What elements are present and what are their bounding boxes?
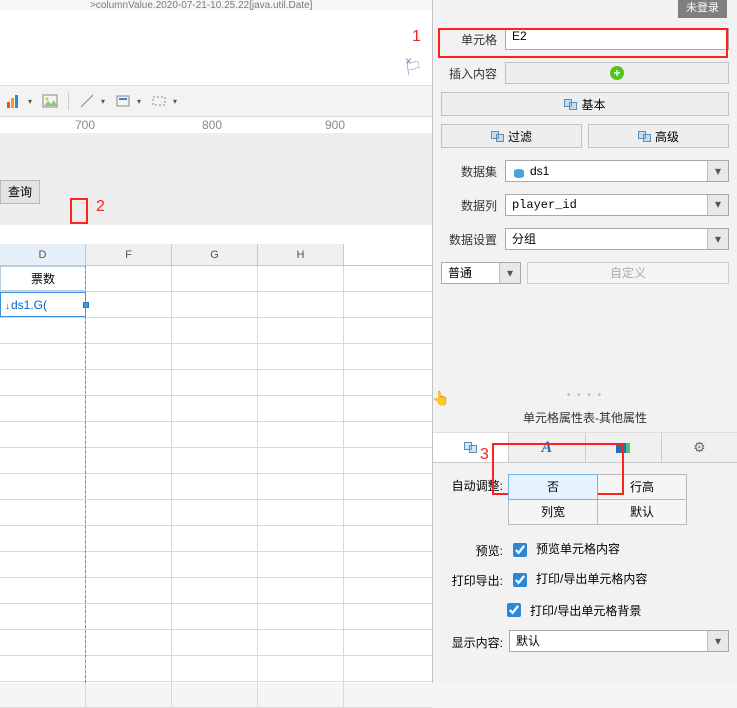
line-icon[interactable] [79,93,95,109]
advanced-label: 高级 [655,128,679,145]
print-bg-checkbox[interactable] [507,603,521,617]
advanced-button[interactable]: 高级 [588,124,729,148]
basic-button[interactable]: 基本 [441,92,729,116]
col-header-H[interactable]: H [258,244,344,265]
cell[interactable] [86,292,172,317]
tab-area [0,40,432,80]
datacol-select[interactable]: player_id [505,194,729,216]
spreadsheet-grid[interactable]: D F G H 票数 ↓ds1.G( [0,244,432,683]
rect-icon[interactable] [151,93,167,109]
dataset-value: ds1 [530,164,549,178]
printexport-label: 打印导出: [441,570,503,589]
gear-icon: ⚙ [693,439,706,456]
display-select[interactable]: 默认 [509,630,729,652]
query-button[interactable]: 查询 [0,180,40,204]
insert-content-button[interactable]: + [505,62,729,84]
annotation-box-1 [438,28,728,58]
cell[interactable] [172,292,258,317]
print-content-checkbox[interactable] [513,573,527,587]
horizontal-ruler: 700 800 900 [0,117,432,133]
right-panel: 未登录 单元格 E2 插入内容 + 基本 过滤 高级 数据集 ds1 数据列 p… [432,0,737,683]
login-badge[interactable]: 未登录 [678,0,727,18]
top-status-text: >columnValue.2020-07-21-10.25.22[java.ut… [0,0,432,10]
custom-button: 自定义 [527,262,729,284]
column-header-row: D F G H [0,244,432,266]
autoadjust-colwidth[interactable]: 列宽 [508,499,598,525]
copy-icon [638,131,651,142]
panel-grip[interactable]: • • • • [433,390,737,401]
line-dropdown[interactable]: ▾ [101,97,105,106]
dataset-select[interactable]: ds1 [505,160,729,182]
plus-icon: + [610,66,624,80]
datacol-label: 数据列 [441,197,497,214]
dataset-label: 数据集 [441,163,497,180]
image-icon[interactable] [42,93,58,109]
cell[interactable] [258,292,344,317]
ruler-mark-900: 900 [325,118,345,132]
print-content-label: 打印/导出单元格内容 [536,570,647,587]
table-row: 票数 [0,266,432,292]
selected-cell[interactable]: ↓ds1.G( [0,292,86,317]
annotation-1: 1 [412,28,421,46]
annotation-3: 3 [480,446,489,464]
insert-content-row: 插入内容 + [433,56,737,90]
chart-icon[interactable] [6,93,22,109]
left-pane: >columnValue.2020-07-21-10.25.22[java.ut… [0,0,432,683]
database-icon [512,166,526,178]
autoadjust-no[interactable]: 否 [508,474,598,500]
flag-icon[interactable]: 🏳 [404,60,422,77]
copy-icon [464,442,477,453]
cell-header[interactable]: 票数 [0,266,86,291]
insert-content-label: 插入内容 [441,65,497,82]
annotation-box-2 [70,198,88,224]
cell[interactable] [86,266,172,291]
ruler-mark-800: 800 [202,118,222,132]
preview-chk-label: 预览单元格内容 [536,540,620,557]
copy-icon [564,99,577,110]
copy-icon [491,131,504,142]
display-label: 显示内容: [441,632,503,651]
style-icon[interactable] [115,93,131,109]
style-dropdown[interactable]: ▾ [137,97,141,106]
query-area: 查询 [0,133,432,225]
format-toolbar: ▾ ▾ ▾ ▾ [0,85,432,117]
datasetting-label: 数据设置 [441,231,497,248]
autoadjust-default[interactable]: 默认 [597,499,687,525]
col-header-D[interactable]: D [0,244,86,265]
annotation-2: 2 [96,198,105,216]
tab-settings[interactable]: ⚙ [662,433,737,462]
table-row: ↓ds1.G( [0,292,432,318]
rect-dropdown[interactable]: ▾ [173,97,177,106]
hand-grab-icon[interactable]: 👆 [432,390,449,407]
datasetting-select[interactable]: 分组 [505,228,729,250]
basic-label: 基本 [581,96,605,113]
chart-dropdown[interactable]: ▾ [28,97,32,106]
other-properties-title: 单元格属性表-其他属性 [433,401,737,433]
ruler-mark-700: 700 [75,118,95,132]
filter-label: 过滤 [508,128,532,145]
cell[interactable] [258,266,344,291]
print-bg-label: 打印/导出单元格背景 [530,602,641,619]
cell-value: ds1.G( [11,298,47,312]
col-header-F[interactable]: F [86,244,172,265]
preview-checkbox[interactable] [513,543,527,557]
col-header-G[interactable]: G [172,244,258,265]
filter-button[interactable]: 过滤 [441,124,582,148]
cell[interactable] [172,266,258,291]
mode-select[interactable]: 普通 [441,262,521,284]
preview-label: 预览: [441,540,503,559]
expand-arrow-icon: ↓ [5,301,10,312]
page-break-line [85,266,86,683]
